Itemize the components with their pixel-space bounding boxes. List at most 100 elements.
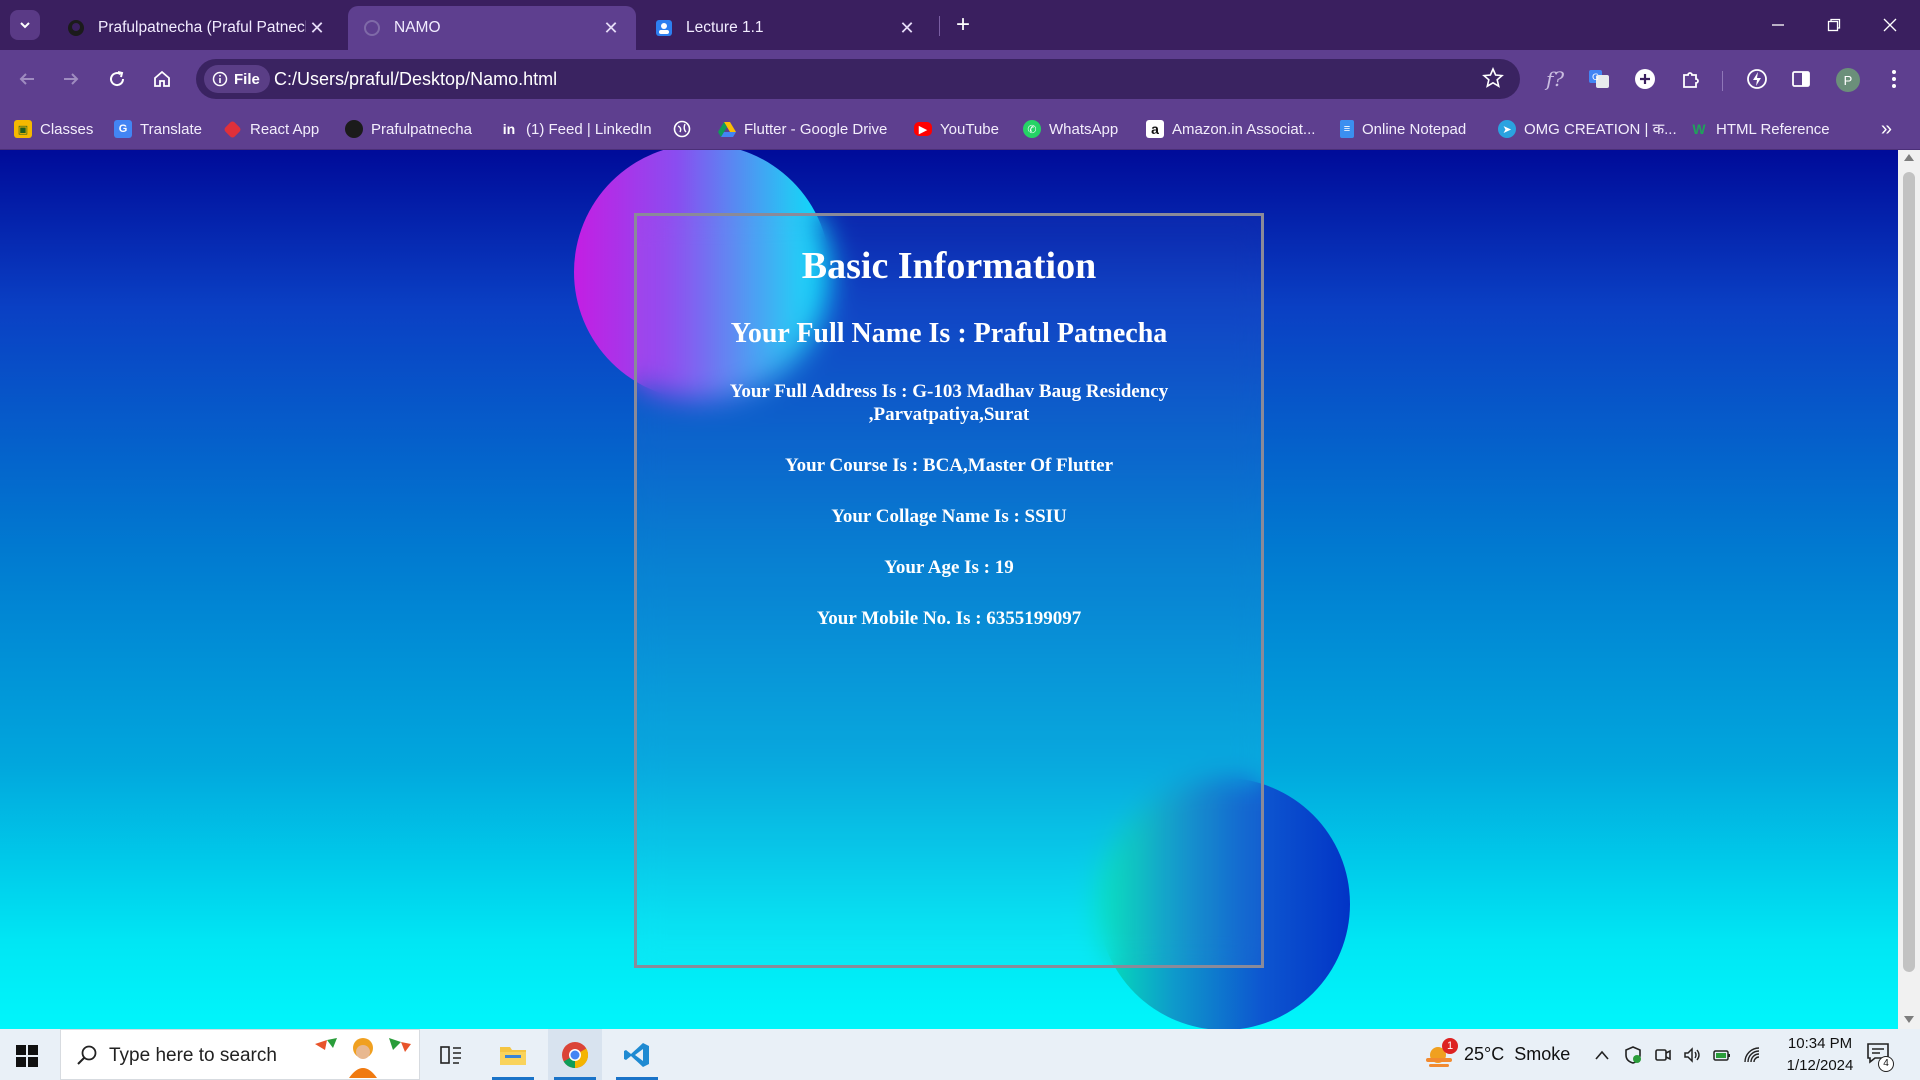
wifi-tray[interactable] xyxy=(1742,1029,1762,1080)
bookmark-label: React App xyxy=(250,120,320,138)
amazon-icon: a xyxy=(1146,120,1164,138)
home-button[interactable] xyxy=(147,64,177,94)
shield-icon xyxy=(1625,1045,1641,1064)
bookmark-classes[interactable]: ▣ Classes xyxy=(14,116,93,142)
address-bar[interactable]: File C:/Users/praful/Desktop/Namo.html xyxy=(196,59,1520,99)
site-info-chip[interactable]: File xyxy=(204,65,270,93)
bookmark-online-notepad[interactable]: ≡ Online Notepad xyxy=(1340,116,1466,142)
bookmark-translate[interactable]: G Translate xyxy=(114,116,202,142)
tab-title: Lecture 1.1 xyxy=(686,19,764,36)
weather-widget[interactable]: 1 25°C Smoke xyxy=(1424,1029,1570,1080)
tab-namo-active[interactable]: NAMO ✕ xyxy=(348,6,636,50)
bookmark-omg-creation[interactable]: ➤ OMG CREATION | क... xyxy=(1498,116,1677,142)
scroll-thumb[interactable] xyxy=(1903,172,1915,972)
arrow-right-icon xyxy=(64,73,79,85)
url-text[interactable]: C:/Users/praful/Desktop/Namo.html xyxy=(274,69,557,90)
tab-lecture[interactable]: Lecture 1.1 ✕ xyxy=(640,6,932,50)
meet-tray[interactable] xyxy=(1653,1029,1673,1080)
forward-button[interactable] xyxy=(56,64,86,94)
close-window-button[interactable] xyxy=(1870,8,1910,42)
taskbar-search-box[interactable]: Type here to search xyxy=(60,1029,420,1080)
bookmark-star-icon[interactable] xyxy=(1482,66,1504,94)
more-bookmarks-icon[interactable]: » xyxy=(1881,118,1892,141)
taskbar-file-explorer[interactable] xyxy=(486,1029,540,1080)
info-card: Basic Information Your Full Name Is : Pr… xyxy=(634,213,1264,968)
defender-tray[interactable] xyxy=(1623,1029,1643,1080)
close-icon[interactable]: ✕ xyxy=(896,17,918,39)
scroll-up-icon[interactable] xyxy=(1904,154,1914,161)
home-icon xyxy=(154,70,170,87)
bookmark-flutter-drive[interactable]: Flutter - Google Drive xyxy=(718,116,887,142)
bookmark-label: YouTube xyxy=(940,120,999,138)
weather-icon: 1 xyxy=(1424,1037,1458,1070)
bookmark-linkedin[interactable]: in (1) Feed | LinkedIn xyxy=(500,116,652,142)
chevron-down-icon xyxy=(20,22,30,29)
notification-center-button[interactable]: 4 xyxy=(1866,1029,1894,1080)
clock-date: 1/12/2024 xyxy=(1786,1057,1854,1074)
bookmarks-bar: ▣ Classes G Translate React App Prafulpa… xyxy=(0,108,1920,150)
menu-kebab-icon[interactable] xyxy=(1879,64,1909,94)
full-name-heading: Your Full Name Is : Praful Patnecha xyxy=(730,318,1168,349)
chevron-up-icon xyxy=(1595,1050,1609,1060)
globe-icon xyxy=(362,18,382,38)
tab-title: Prafulpatnecha (Praful Patnecha xyxy=(98,19,306,36)
bookmark-label: Prafulpatnecha xyxy=(371,120,472,138)
bookmark-amazon[interactable]: a Amazon.in Associat... xyxy=(1146,116,1315,142)
search-placeholder: Type here to search xyxy=(109,1045,277,1066)
google-translate-icon: G xyxy=(114,120,132,138)
notification-icon: 4 xyxy=(1866,1042,1894,1072)
speaker-icon xyxy=(1684,1046,1700,1063)
bookmark-youtube[interactable]: ▶ YouTube xyxy=(914,116,999,142)
task-view-button[interactable] xyxy=(424,1029,478,1080)
close-icon[interactable]: ✕ xyxy=(306,17,328,39)
windows-taskbar: Type here to search 1 25°C Smoke 10:34 P… xyxy=(0,1029,1920,1080)
performance-icon[interactable] xyxy=(1742,64,1772,94)
extensions-puzzle-icon[interactable] xyxy=(1676,64,1706,94)
camera-icon xyxy=(1655,1048,1671,1061)
close-icon[interactable]: ✕ xyxy=(600,17,622,39)
side-panel-icon[interactable] xyxy=(1786,64,1816,94)
profile-avatar[interactable]: P xyxy=(1836,68,1860,92)
restore-button[interactable] xyxy=(1814,8,1854,42)
vscode-icon xyxy=(624,1042,649,1067)
scroll-down-icon[interactable] xyxy=(1904,1016,1914,1023)
taskbar-chrome[interactable] xyxy=(548,1029,602,1080)
whatsapp-icon: ✆ xyxy=(1023,120,1041,138)
github-icon xyxy=(345,120,363,138)
google-translate-icon[interactable]: G xyxy=(1584,64,1614,94)
bookmark-globe[interactable] xyxy=(673,116,699,142)
bookmark-label: Amazon.in Associat... xyxy=(1172,120,1316,138)
bookmark-label: WhatsApp xyxy=(1049,120,1119,138)
task-view-icon xyxy=(440,1045,461,1064)
tab-github[interactable]: Prafulpatnecha (Praful Patnecha ✕ xyxy=(52,6,342,50)
tab-strip: Prafulpatnecha (Praful Patnecha ✕ NAMO ✕… xyxy=(0,0,1920,50)
minimize-button[interactable] xyxy=(1758,8,1798,42)
mobile-text: Your Mobile No. Is : 6355199097 xyxy=(816,608,1082,629)
font-extension-icon[interactable]: f? xyxy=(1540,64,1570,94)
taskbar-clock[interactable]: 10:34 PM 1/12/2024 xyxy=(1760,1033,1880,1077)
close-icon xyxy=(1883,18,1897,32)
bookmark-html-reference[interactable]: W HTML Reference xyxy=(1690,116,1829,142)
toolbar-divider xyxy=(1722,71,1723,91)
bookmark-whatsapp[interactable]: ✆ WhatsApp xyxy=(1023,116,1118,142)
back-button[interactable] xyxy=(12,64,42,94)
telegram-icon: ➤ xyxy=(1498,120,1516,138)
new-tab-button[interactable]: + xyxy=(950,11,976,38)
notepad-icon: ≡ xyxy=(1340,120,1354,138)
taskbar-vscode[interactable] xyxy=(610,1029,664,1080)
globe-icon xyxy=(673,120,691,138)
windows-start-icon[interactable] xyxy=(16,1045,38,1067)
bookmark-prafulpatnecha[interactable]: Prafulpatnecha xyxy=(345,116,472,142)
show-hidden-icons-button[interactable] xyxy=(1594,1029,1610,1080)
volume-tray[interactable] xyxy=(1682,1029,1702,1080)
page-scrollbar[interactable] xyxy=(1898,150,1920,1029)
age-text: Your Age Is : 19 xyxy=(884,557,1014,578)
bookmark-react-app[interactable]: React App xyxy=(223,116,320,142)
add-extension-icon[interactable] xyxy=(1630,64,1660,94)
battery-tray[interactable] xyxy=(1712,1029,1732,1080)
youtube-icon: ▶ xyxy=(914,122,932,136)
minimize-icon xyxy=(1772,24,1784,26)
reload-button[interactable] xyxy=(102,64,132,94)
tab-divider xyxy=(939,16,940,36)
tab-search-button[interactable] xyxy=(10,10,40,40)
